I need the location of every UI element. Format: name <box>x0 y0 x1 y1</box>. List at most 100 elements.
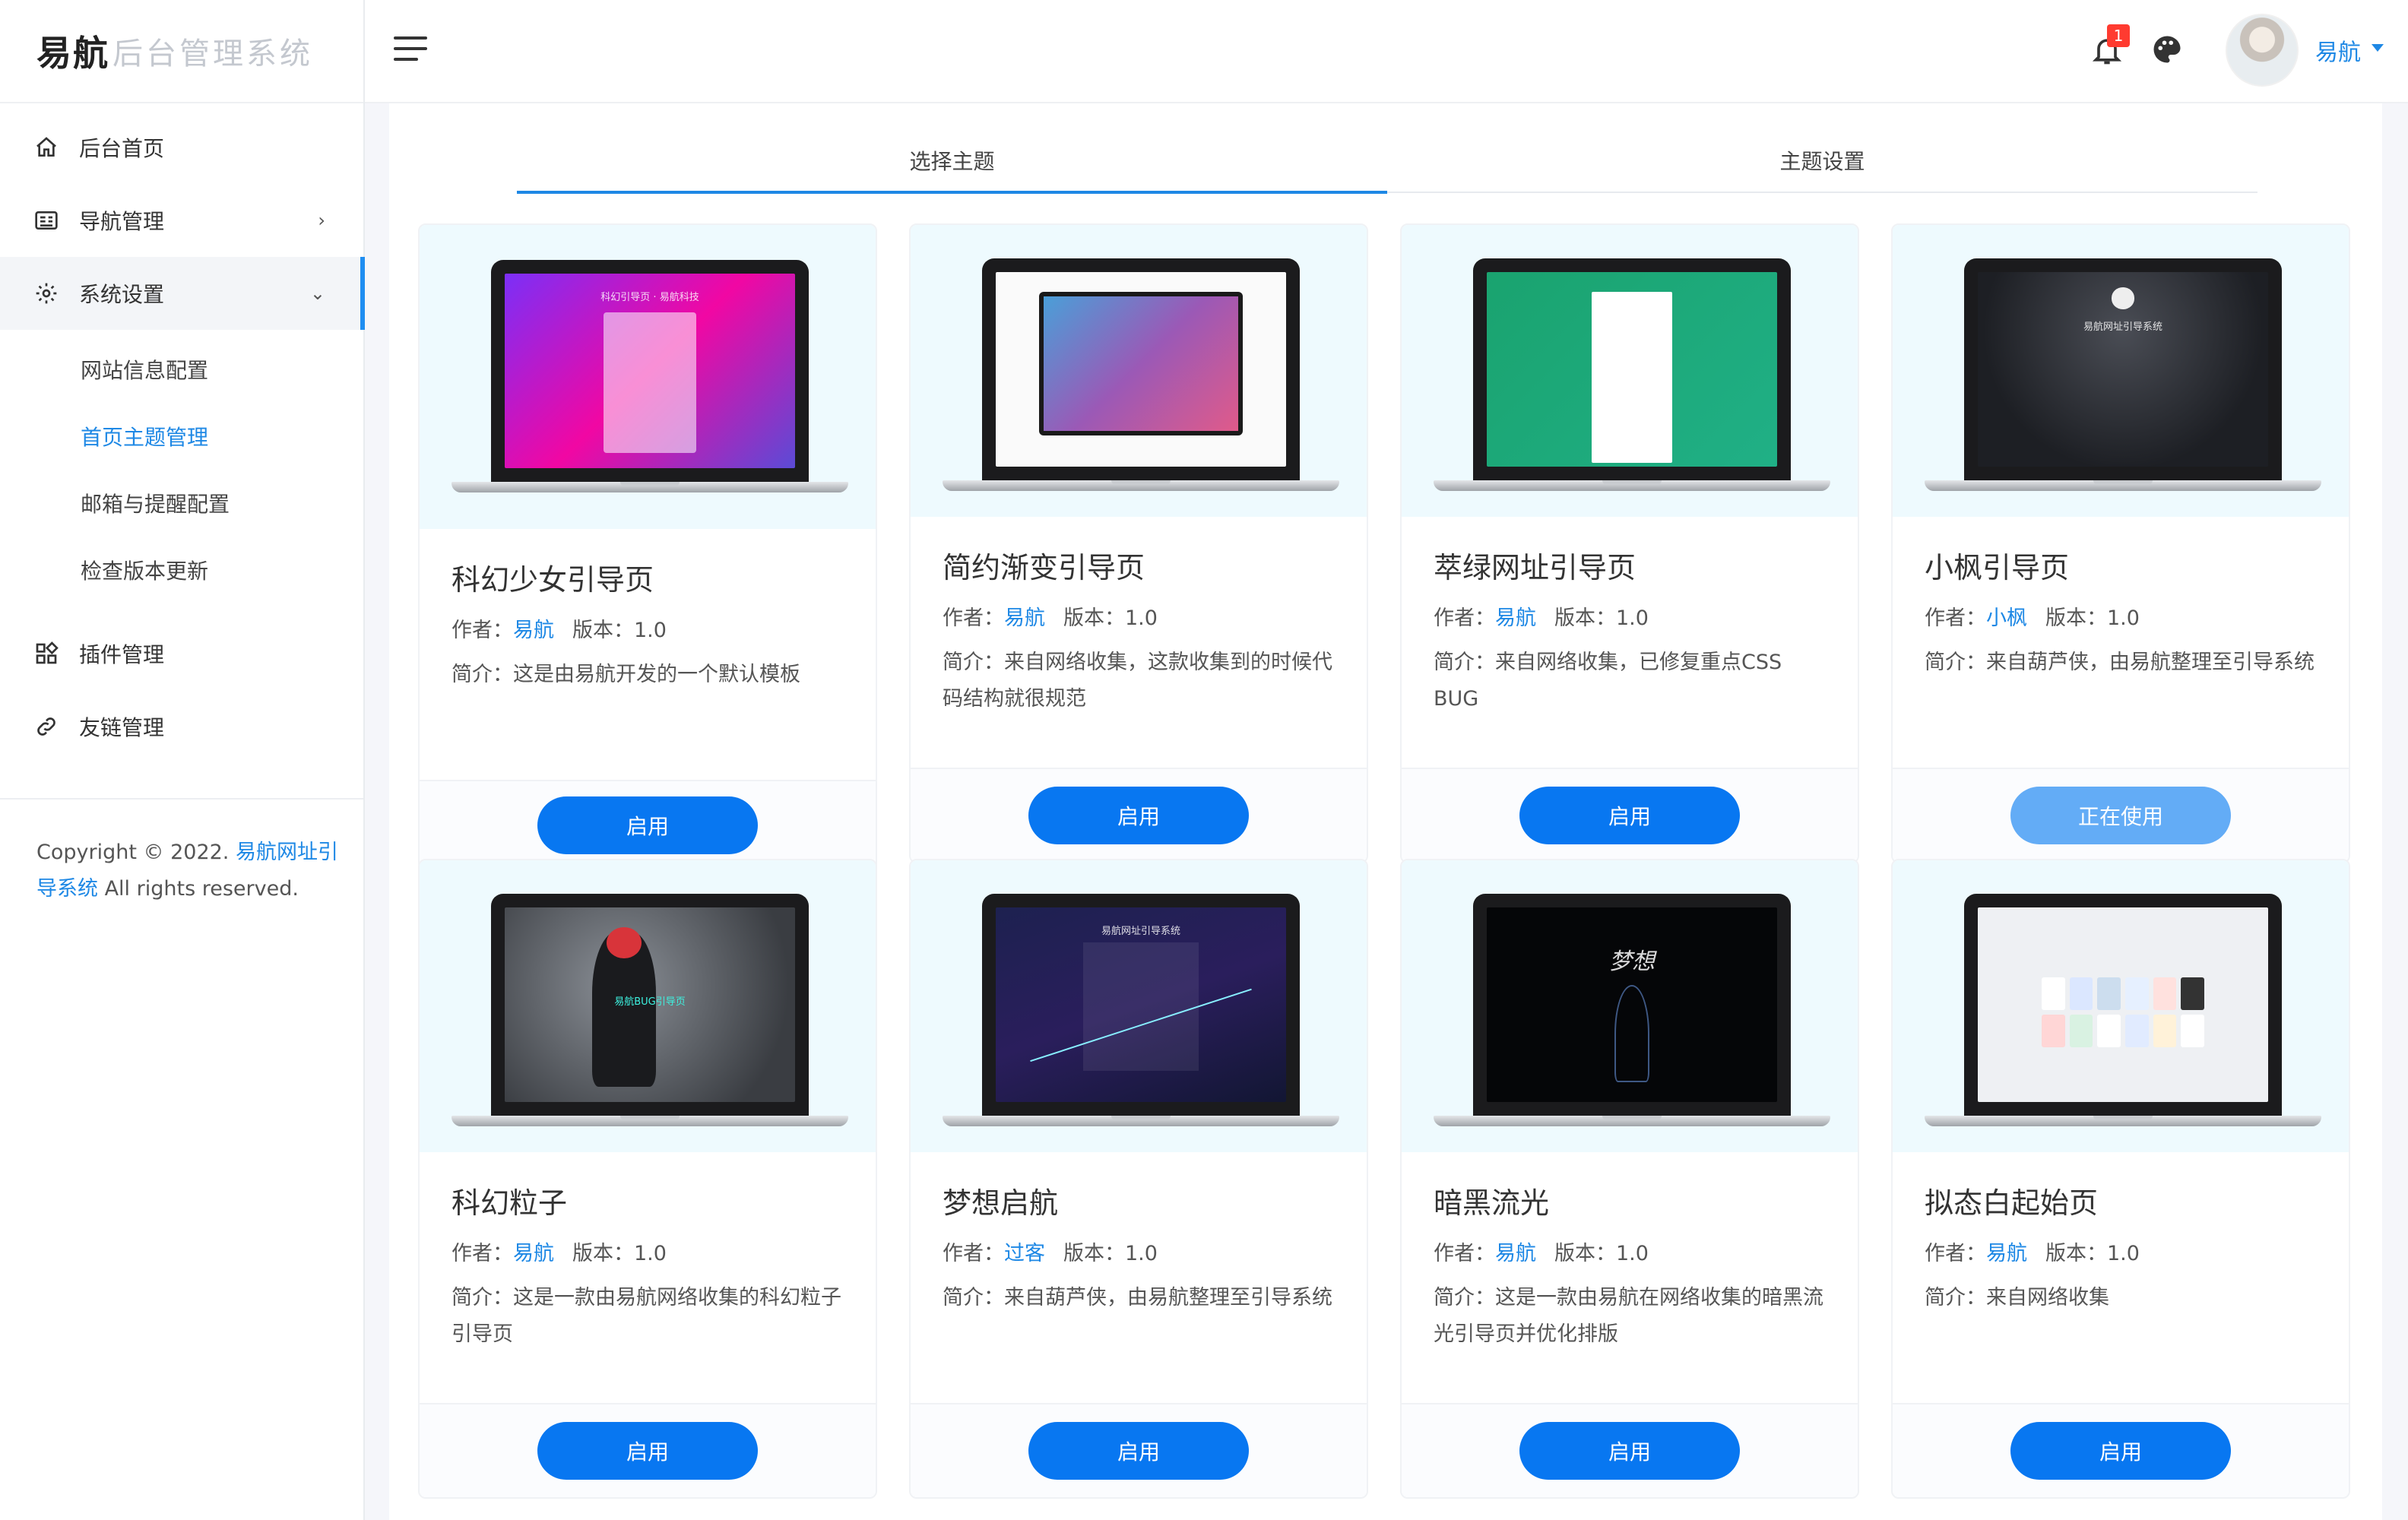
theme-desc: 简介：这是一款由易航在网络收集的暗黑流光引导页并优化排版 <box>1434 1280 1826 1353</box>
chevron-down-icon: ⌄ <box>309 283 325 304</box>
theme-card: 梦想 暗黑流光 作者：易航 版本：1.0 简介：这是一款由易航在网络收集的暗黑流光… <box>1400 859 1859 1499</box>
enable-theme-button[interactable]: 启用 <box>537 796 758 854</box>
theme-preview-image: 易航网址引导系统 <box>911 860 1367 1152</box>
theme-desc: 简介：来自葫芦侠，由易航整理至引导系统 <box>943 1280 1335 1316</box>
theme-panel: 选择主题 主题设置 科幻引导页 · 易航科技 科幻少女引导页 作者：易航 版本：1… <box>389 103 2382 1520</box>
theme-desc: 简介：来自网络收集 <box>1925 1280 2317 1316</box>
theme-card: 科幻引导页 · 易航科技 科幻少女引导页 作者：易航 版本：1.0 简介：这是由易… <box>418 223 877 871</box>
enable-theme-button[interactable]: 启用 <box>1028 787 1249 844</box>
in-use-button[interactable]: 正在使用 <box>2010 787 2231 844</box>
sidebar-divider <box>0 798 363 800</box>
chevron-right-icon: › <box>318 210 325 231</box>
sidebar-item-label: 插件管理 <box>79 642 165 667</box>
version-label: 版本： <box>572 619 634 642</box>
version-label: 版本： <box>1554 1242 1616 1265</box>
sidebar-item-home[interactable]: 后台首页 <box>0 111 363 184</box>
theme-card: 拟态白起始页 作者：易航 版本：1.0 简介：来自网络收集 启用 <box>1891 859 2350 1499</box>
gear-icon <box>33 280 59 306</box>
theme-title: 萃绿网址引导页 <box>1434 551 1636 584</box>
theme-card: 萃绿网址引导页 作者：易航 版本：1.0 简介：来自网络收集，已修复重点CSS B… <box>1400 223 1859 863</box>
theme-version: 1.0 <box>1616 606 1649 630</box>
theme-meta: 作者：易航 版本：1.0 <box>943 601 1335 631</box>
desc-label: 简介： <box>1434 1286 1495 1309</box>
theme-title: 暗黑流光 <box>1434 1186 1550 1220</box>
brand-sub: 后台管理系统 <box>112 36 313 71</box>
theme-card: 易航网址引导系统 小枫引导页 作者：小枫 版本：1.0 简介：来自葫芦侠，由易航整… <box>1891 223 2350 863</box>
sidebar-item-label: 友链管理 <box>79 715 165 740</box>
enable-theme-button[interactable]: 启用 <box>1519 787 1740 844</box>
theme-author[interactable]: 易航 <box>513 1242 554 1265</box>
sidebar-item-settings[interactable]: 系统设置 ⌄ <box>0 257 365 330</box>
theme-author[interactable]: 易航 <box>1495 606 1536 630</box>
theme-desc-text: 来自网络收集 <box>1986 1286 2109 1309</box>
theme-tabs: 选择主题 主题设置 <box>517 143 2258 194</box>
theme-author[interactable]: 易航 <box>1986 1242 2027 1265</box>
enable-theme-button[interactable]: 启用 <box>537 1422 758 1480</box>
tab-select-theme[interactable]: 选择主题 <box>517 143 1387 194</box>
sidebar-item-label: 系统设置 <box>79 282 165 307</box>
desc-label: 简介： <box>943 651 1004 674</box>
theme-title: 梦想启航 <box>943 1186 1059 1220</box>
theme-title: 简约渐变引导页 <box>943 551 1145 584</box>
enable-theme-button[interactable]: 启用 <box>2010 1422 2231 1480</box>
screen-text: 易航网址引导系统 <box>2083 321 2162 334</box>
theme-preview-image: 科幻引导页 · 易航科技 <box>420 225 876 529</box>
theme-preview-image <box>911 225 1367 517</box>
sidebar-item-label: 导航管理 <box>79 209 165 234</box>
theme-meta: 作者：易航 版本：1.0 <box>1925 1237 2317 1266</box>
enable-theme-button[interactable]: 启用 <box>1519 1422 1740 1480</box>
avatar[interactable] <box>2226 14 2299 87</box>
notification-badge: 1 <box>2107 24 2130 47</box>
theme-author[interactable]: 小枫 <box>1986 606 2027 630</box>
sidebar: 易航 后台管理系统 后台首页 导航管理 › 系统设置 ⌄ 网站信息配置 首页主题… <box>0 0 365 1520</box>
theme-title: 科幻粒子 <box>452 1186 568 1220</box>
theme-author[interactable]: 易航 <box>1004 606 1045 630</box>
tab-theme-settings[interactable]: 主题设置 <box>1387 143 2258 192</box>
copyright: Copyright © 2022. 易航网址引导系统 All rights re… <box>36 834 341 907</box>
sidebar-item-navigation[interactable]: 导航管理 › <box>0 184 363 257</box>
sidebar-item-links[interactable]: 友链管理 <box>0 690 363 763</box>
submenu-theme-management[interactable]: 首页主题管理 <box>0 403 363 470</box>
submenu-email-config[interactable]: 邮箱与提醒配置 <box>0 470 363 537</box>
theme-desc: 简介：来自葫芦侠，由易航整理至引导系统 <box>1925 644 2317 681</box>
sidebar-item-plugins[interactable]: 插件管理 <box>0 617 363 690</box>
version-label: 版本： <box>1554 606 1616 630</box>
theme-desc: 简介：来自网络收集，这款收集到的时候代码结构就很规范 <box>943 644 1335 717</box>
theme-version: 1.0 <box>1125 1242 1158 1265</box>
author-label: 作者： <box>452 619 513 642</box>
theme-card: 易航网址引导系统 梦想启航 作者：过客 版本：1.0 简介：来自葫芦侠，由易航整理… <box>909 859 1368 1499</box>
author-label: 作者： <box>1925 1242 1986 1265</box>
author-label: 作者： <box>1434 606 1495 630</box>
brand-logo[interactable]: 易航 后台管理系统 <box>0 0 363 103</box>
brand-main: 易航 <box>36 33 109 74</box>
theme-author[interactable]: 易航 <box>513 619 554 642</box>
version-label: 版本： <box>1063 1242 1125 1265</box>
link-icon <box>33 714 59 739</box>
theme-title: 拟态白起始页 <box>1925 1186 2099 1220</box>
theme-meta: 作者：易航 版本：1.0 <box>452 1237 844 1266</box>
desc-label: 简介： <box>1925 1286 1986 1309</box>
theme-card: 易航BUG引导页 科幻粒子 作者：易航 版本：1.0 简介：这是一款由易航网络收集… <box>418 859 877 1499</box>
list-card-icon <box>33 207 59 233</box>
theme-version: 1.0 <box>1616 1242 1649 1265</box>
apps-icon <box>33 641 59 667</box>
screen-text: 梦想 <box>1609 948 1655 976</box>
enable-theme-button[interactable]: 启用 <box>1028 1422 1249 1480</box>
theme-author[interactable]: 过客 <box>1004 1242 1045 1265</box>
screen-text: 易航BUG引导页 <box>614 996 686 1008</box>
caret-down-icon[interactable] <box>2372 44 2384 52</box>
theme-desc: 简介：这是由易航开发的一个默认模板 <box>452 657 844 693</box>
screen-text: 科幻引导页 · 易航科技 <box>600 292 699 304</box>
theme-preview-image <box>1893 860 2349 1152</box>
theme-author[interactable]: 易航 <box>1495 1242 1536 1265</box>
copyright-suffix: All rights reserved. <box>98 877 299 901</box>
notification-bell-icon[interactable]: 1 <box>2090 24 2130 67</box>
submenu-check-update[interactable]: 检查版本更新 <box>0 537 363 603</box>
desc-label: 简介： <box>943 1286 1004 1309</box>
theme-meta: 作者：过客 版本：1.0 <box>943 1237 1335 1266</box>
palette-icon[interactable] <box>2151 33 2183 65</box>
copyright-prefix: Copyright © 2022. <box>36 841 236 864</box>
menu-toggle-icon[interactable] <box>394 36 427 67</box>
user-name[interactable]: 易航 <box>2315 33 2361 67</box>
submenu-site-info[interactable]: 网站信息配置 <box>0 336 363 403</box>
